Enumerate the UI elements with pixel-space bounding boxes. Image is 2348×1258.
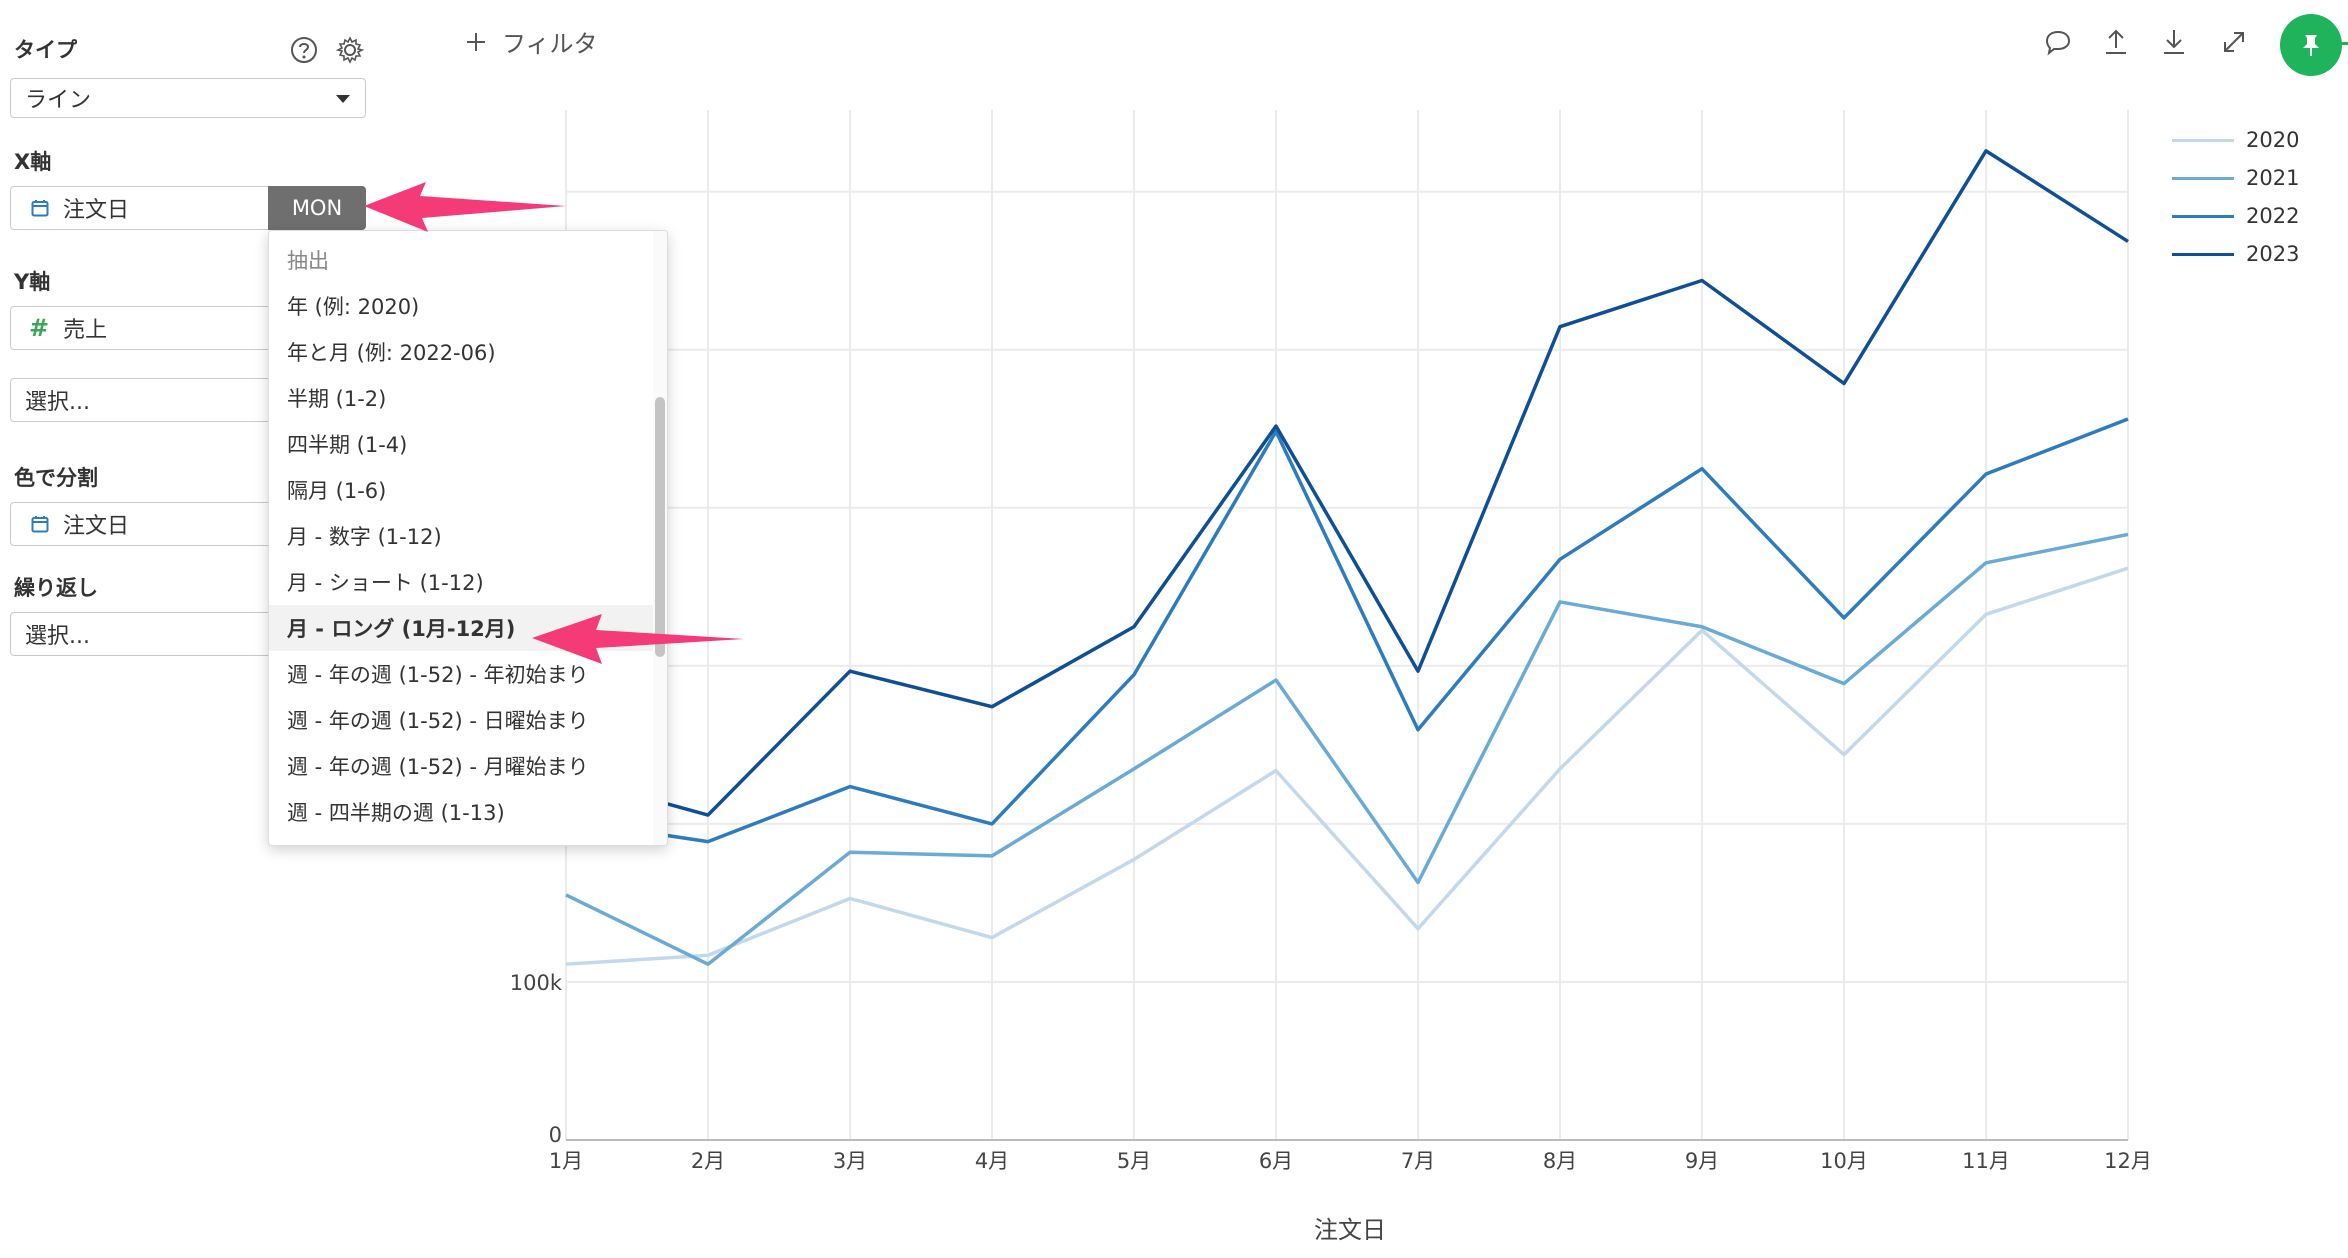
annotation-arrow-icon — [532, 614, 744, 664]
annotation-overlay — [364, 182, 744, 664]
annotation-arrow-icon — [364, 182, 566, 232]
